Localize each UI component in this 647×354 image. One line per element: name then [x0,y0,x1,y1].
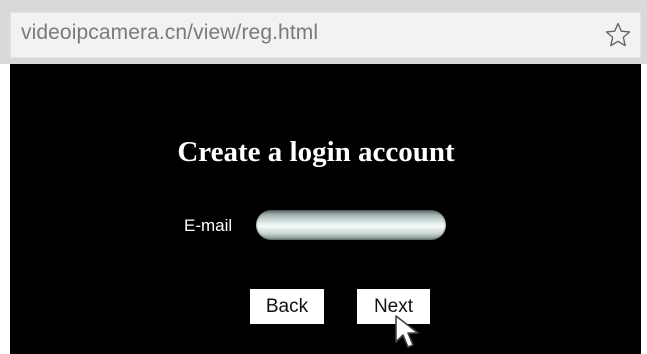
page-content: Create a login account E-mail Back Next [10,64,641,354]
back-button[interactable]: Back [250,289,324,324]
browser-window: videoipcamera.cn/view/reg.html Create a … [0,0,647,354]
star-icon[interactable] [604,21,632,49]
email-label: E-mail [184,216,233,235]
browser-chrome: videoipcamera.cn/view/reg.html [0,0,647,64]
url-text[interactable]: videoipcamera.cn/view/reg.html [21,21,318,45]
email-field[interactable] [256,210,446,240]
next-button[interactable]: Next [357,289,430,324]
address-bar[interactable]: videoipcamera.cn/view/reg.html [10,12,641,58]
page-title: Create a login account [177,136,455,168]
